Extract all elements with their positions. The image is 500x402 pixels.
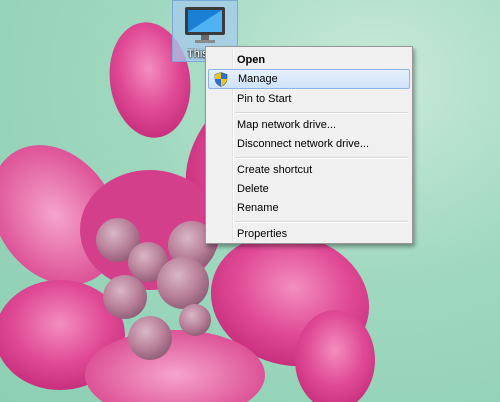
menu-item-label: Manage: [238, 73, 278, 85]
context-menu: Open Manage Pin to Start Map network dri…: [205, 46, 413, 244]
menu-item-rename[interactable]: Rename: [208, 198, 410, 218]
desktop-icon-label: This: [187, 48, 207, 60]
menu-separator: [235, 112, 408, 114]
menu-separator: [235, 221, 408, 223]
menu-item-map-network-drive[interactable]: Map network drive...: [208, 115, 410, 135]
menu-item-manage[interactable]: Manage: [208, 69, 410, 89]
menu-item-label: Open: [237, 54, 266, 66]
menu-item-disconnect-network-drive[interactable]: Disconnect network drive...: [208, 134, 410, 154]
menu-item-label: Rename: [237, 202, 279, 214]
menu-item-open[interactable]: Open: [208, 50, 410, 70]
menu-item-properties[interactable]: Properties: [208, 224, 410, 244]
menu-item-delete[interactable]: Delete: [208, 179, 410, 199]
menu-separator: [235, 157, 408, 159]
menu-item-label: Delete: [237, 183, 269, 195]
menu-item-pin-to-start[interactable]: Pin to Start: [208, 89, 410, 109]
menu-item-label: Pin to Start: [237, 93, 292, 105]
menu-item-label: Map network drive...: [237, 119, 337, 131]
uac-shield-icon: [214, 72, 228, 87]
menu-item-label: Disconnect network drive...: [237, 138, 370, 150]
menu-item-label: Properties: [237, 228, 288, 240]
menu-item-label: Create shortcut: [237, 164, 313, 176]
desktop[interactable]: This Open Manage Pin to Start Map networ…: [0, 0, 500, 402]
menu-item-create-shortcut[interactable]: Create shortcut: [208, 160, 410, 180]
computer-monitor-icon: [185, 7, 225, 43]
